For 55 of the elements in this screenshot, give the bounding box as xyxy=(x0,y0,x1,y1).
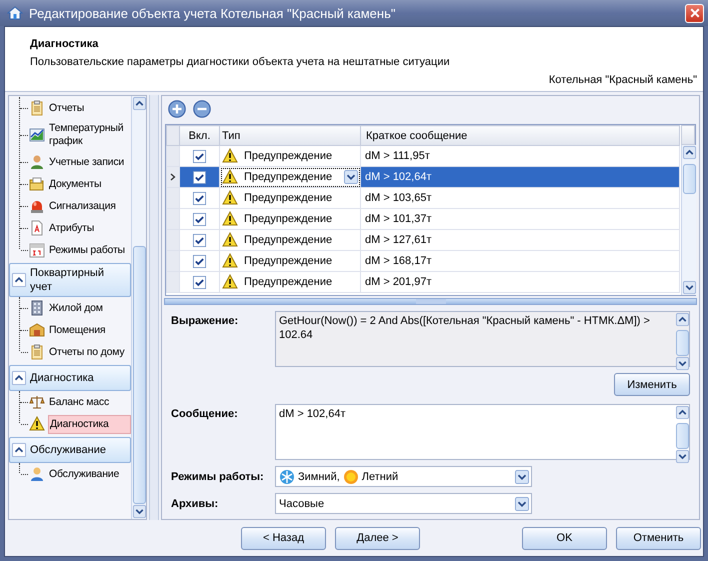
table-cell: dM > 101,37т xyxy=(360,208,680,230)
sidebar-item[interactable]: Отчеты xyxy=(48,98,131,118)
edit-button[interactable]: Изменить xyxy=(614,373,690,396)
field-label: Режимы работы: xyxy=(171,470,265,483)
group-header[interactable]: Обслуживание xyxy=(9,437,131,463)
back-button[interactable]: < Назад xyxy=(241,526,326,550)
table-cell: Предупреждение xyxy=(244,150,332,162)
table-cell: dM > 103,65т xyxy=(360,188,680,208)
field-label: Сообщение: xyxy=(171,407,239,420)
table-cell: Предупреждение xyxy=(244,276,332,288)
page-description: Пользовательские параметры диагностики объекта учета на нештатные ситуации xyxy=(30,55,451,70)
sidebar-item[interactable]: Отчеты по дому xyxy=(48,342,131,362)
modes-dropdown[interactable]: Зимний, Летний xyxy=(275,466,532,487)
table-cell: dM > 168,17т xyxy=(360,250,680,272)
sidebar-item[interactable]: Режимы работы xyxy=(48,240,131,260)
grid-row[interactable]: Предупреждение dM > 102,64т xyxy=(166,166,680,188)
table-cell: Предупреждение xyxy=(244,192,332,204)
ok-button[interactable]: OK xyxy=(522,526,607,550)
table-cell: dM > 201,97т xyxy=(360,272,680,292)
grid-row[interactable]: Предупреждение dM > 201,97т xyxy=(166,272,680,292)
column-header[interactable]: Вкл. xyxy=(180,126,220,146)
group-header[interactable]: Поквартирный учет xyxy=(9,263,131,297)
sidebar-item[interactable]: Обслуживание xyxy=(48,464,131,484)
table-cell: dM > 102,64т xyxy=(360,166,680,188)
sidebar-item[interactable]: Жилой дом xyxy=(48,298,131,318)
sidebar-item[interactable]: Температурный график xyxy=(48,119,131,151)
column-header[interactable]: Тип xyxy=(220,126,360,146)
expression-field[interactable]: GetHour(Now()) = 2 And Abs([Котельная "Красный камень" - НТМК.ΔМ]) > 102.64 xyxy=(275,311,690,367)
column-header[interactable]: Краткое сообщение xyxy=(360,126,680,146)
field-label: Выражение: xyxy=(171,314,240,327)
message-field[interactable]: dM > 102,64т xyxy=(275,404,690,460)
window-title: Редактирование объекта учета Котельная "Красный камень" xyxy=(29,6,396,20)
table-cell: Предупреждение xyxy=(244,171,332,183)
table-cell: Предупреждение xyxy=(244,213,332,225)
grid-row[interactable]: Предупреждение dM > 127,61т xyxy=(166,230,680,250)
group-header[interactable]: Диагностика xyxy=(9,365,131,391)
sidebar-item[interactable]: Помещения xyxy=(48,320,131,340)
grid-row[interactable]: Предупреждение dM > 103,65т xyxy=(166,188,680,208)
grid-row[interactable]: Предупреждение dM > 101,37т xyxy=(166,208,680,230)
sidebar-item[interactable]: Документы xyxy=(48,174,131,194)
archives-dropdown[interactable]: Часовые xyxy=(275,493,532,514)
sidebar-item[interactable]: Диагностика xyxy=(48,414,131,434)
object-name: Котельная "Красный камень" xyxy=(548,73,697,88)
sidebar-item[interactable]: Атрибуты xyxy=(48,218,131,238)
table-cell: dM > 127,61т xyxy=(360,230,680,250)
field-label: Архивы: xyxy=(171,497,220,510)
page-title: Диагностика xyxy=(30,37,100,52)
grid-row[interactable]: Предупреждение dM > 168,17т xyxy=(166,250,680,272)
sidebar-item[interactable]: Учетные записи xyxy=(48,152,131,172)
table-cell: Предупреждение xyxy=(244,255,332,267)
cancel-button[interactable]: Отменить xyxy=(616,526,701,550)
sidebar-item[interactable]: Сигнализация xyxy=(48,196,131,216)
sidebar-item[interactable]: Баланс масс xyxy=(48,392,131,412)
table-cell: Предупреждение xyxy=(244,234,332,246)
next-button[interactable]: Далее > xyxy=(335,526,420,550)
